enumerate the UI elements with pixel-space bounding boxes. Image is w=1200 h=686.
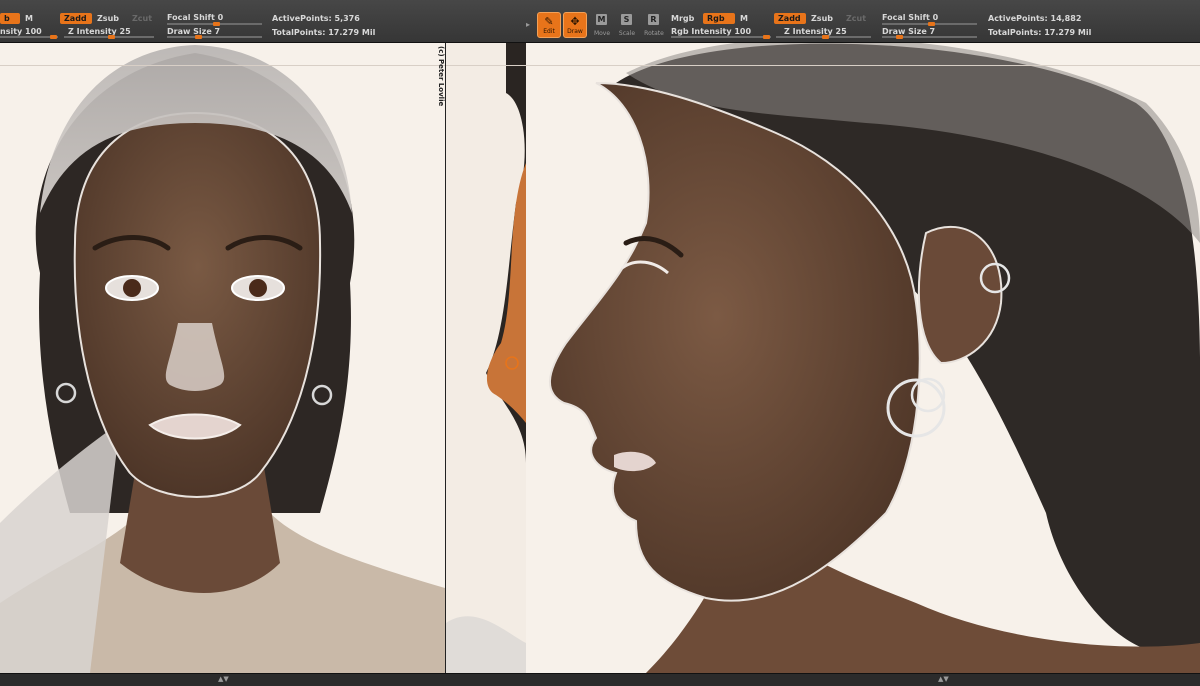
- rotate-button[interactable]: R Rotate: [642, 13, 666, 37]
- edit-icon: ✎: [544, 15, 554, 28]
- draw-size-slider[interactable]: [882, 35, 977, 39]
- draw-size-slider[interactable]: [167, 35, 262, 39]
- rgb-toggle[interactable]: b: [0, 13, 20, 24]
- right-collapse-handle[interactable]: ▲▼: [910, 675, 980, 683]
- zadd-toggle[interactable]: Zadd: [774, 13, 806, 24]
- scale-icon: S: [621, 14, 632, 25]
- m-toggle[interactable]: M: [740, 14, 748, 24]
- canvas-guide-line: [0, 65, 445, 66]
- right-toolbar: ▸ ✎ Edit ✥ Draw M Move S Scale R Rotate …: [526, 0, 1200, 43]
- left-iris: [123, 279, 141, 297]
- front-view-model: [0, 45, 445, 673]
- left-collapse-handle[interactable]: ▲▼: [190, 675, 260, 683]
- toolbar-edge-arrow-icon: ▸: [526, 20, 531, 29]
- draw-icon: ✥: [570, 15, 580, 28]
- zcut-toggle[interactable]: Zcut: [132, 14, 152, 24]
- move-icon: M: [596, 14, 607, 25]
- front-view-canvas[interactable]: [0, 43, 445, 673]
- active-points: ActivePoints: 14,882: [988, 14, 1082, 23]
- rgb-intensity-slider[interactable]: [671, 35, 771, 39]
- canvas-guide-line: [446, 65, 1200, 66]
- rotate-icon: R: [648, 14, 659, 25]
- zsub-toggle[interactable]: Zsub: [97, 14, 119, 24]
- zcut-toggle[interactable]: Zcut: [846, 14, 866, 24]
- left-toolbar: b M Zadd Zsub Zcut nsity 100 Z Intensity…: [0, 0, 526, 43]
- right-iris: [249, 279, 267, 297]
- bottom-shelf: ▲▼ ▲▼: [0, 673, 1200, 686]
- draw-button[interactable]: ✥ Draw: [563, 12, 587, 38]
- m-toggle[interactable]: M: [25, 14, 33, 24]
- z-intensity-slider[interactable]: [64, 35, 154, 39]
- collapse-arrows-icon: ▲▼: [938, 675, 949, 683]
- active-points: ActivePoints: 5,376: [272, 14, 360, 23]
- side-view-model: [446, 43, 1200, 673]
- side-view-canvas[interactable]: [446, 43, 1200, 673]
- mrgb-toggle[interactable]: Mrgb: [671, 14, 694, 24]
- focal-shift-slider[interactable]: [167, 22, 262, 26]
- focal-shift-slider[interactable]: [882, 22, 977, 26]
- rgb-intensity-slider[interactable]: [0, 35, 58, 39]
- total-points: TotalPoints: 17.279 Mil: [272, 28, 376, 37]
- scale-button[interactable]: S Scale: [615, 13, 639, 37]
- zadd-toggle[interactable]: Zadd: [60, 13, 92, 24]
- total-points: TotalPoints: 17.279 Mil: [988, 28, 1092, 37]
- edit-button[interactable]: ✎ Edit: [537, 12, 561, 38]
- zsub-toggle[interactable]: Zsub: [811, 14, 833, 24]
- watermark: (c) Peter Lovlie: [437, 46, 445, 107]
- rgb-toggle[interactable]: Rgb: [703, 13, 735, 24]
- z-intensity-slider[interactable]: [776, 35, 871, 39]
- collapse-arrows-icon: ▲▼: [218, 675, 229, 683]
